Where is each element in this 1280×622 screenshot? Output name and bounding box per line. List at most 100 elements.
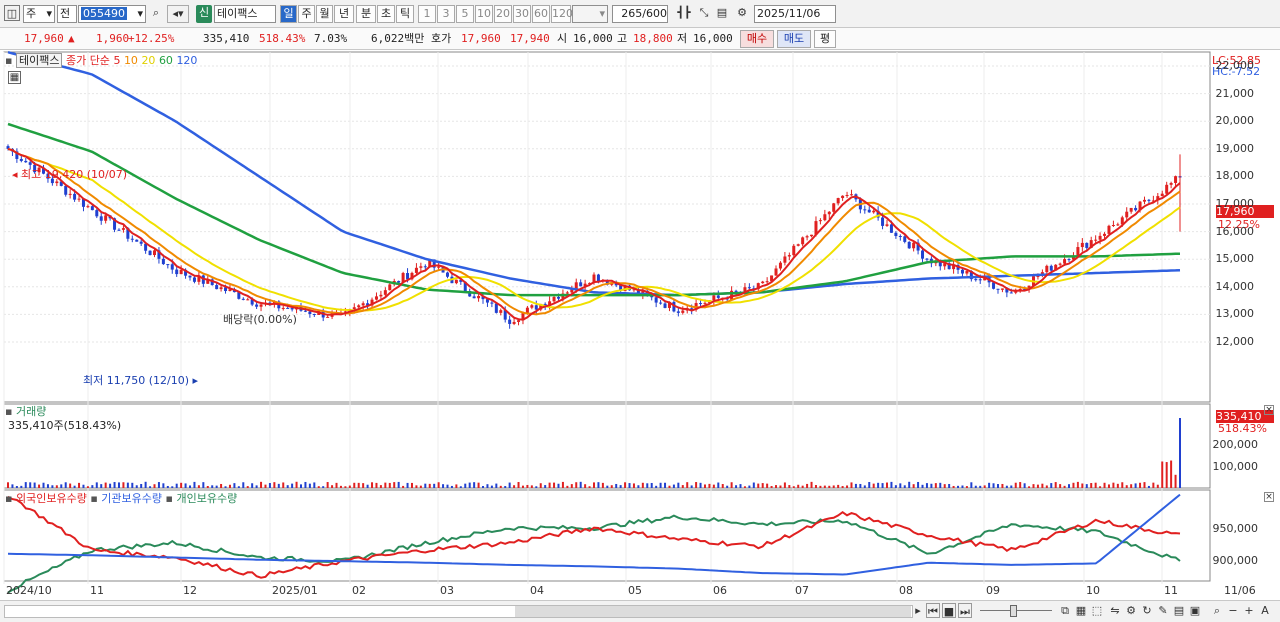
interval-custom-select[interactable]: ▾	[572, 5, 608, 23]
compare-icon[interactable]: ⇋	[1108, 603, 1122, 618]
candle-type-icon[interactable]: ┫┣	[675, 5, 693, 23]
quote-volume: 335,410	[203, 32, 250, 45]
indicator-icon[interactable]: ⬚	[1090, 603, 1104, 618]
volume-bar	[761, 483, 764, 488]
zoom-slider[interactable]	[980, 605, 1052, 617]
volume-bar	[890, 481, 893, 488]
volume-bar	[1121, 482, 1124, 488]
table-icon[interactable]: ▦	[1074, 603, 1088, 618]
interval-120-button[interactable]: 120	[551, 5, 573, 23]
stop-icon[interactable]: ■	[942, 603, 956, 618]
interval-1-button[interactable]: 1	[418, 5, 436, 23]
stock-name-field[interactable]: 테이팩스	[214, 5, 276, 23]
crosshair-icon[interactable]: ⤡	[695, 5, 713, 23]
period-tick-button[interactable]: 틱	[396, 5, 414, 23]
volume-bar	[73, 485, 76, 488]
period-week-button[interactable]: 주	[298, 5, 315, 23]
volume-bar	[517, 482, 520, 488]
candle-body	[885, 224, 889, 226]
volume-bar	[424, 483, 427, 488]
zoom-in-icon[interactable]: +	[1242, 603, 1256, 618]
interval-20-button[interactable]: 20	[494, 5, 512, 23]
ask-price: 17,960	[461, 32, 501, 45]
date-field[interactable]: 2025/11/06	[754, 5, 836, 23]
draw-tool-icon[interactable]: ▤	[713, 5, 731, 23]
rewind-icon[interactable]: ⏮	[926, 603, 940, 618]
code-input[interactable]: 055490 ▾	[78, 5, 146, 23]
price-tick: 15,000	[1215, 252, 1255, 266]
month-label: 11	[90, 584, 104, 597]
text-size-icon[interactable]: A	[1258, 603, 1272, 618]
period-minute-button[interactable]: 분	[356, 5, 376, 23]
candle-body	[64, 185, 68, 195]
candle-body	[135, 239, 139, 242]
volume-bar	[659, 482, 662, 488]
candle-body	[170, 264, 174, 270]
holder-pane-close-icon[interactable]: ×	[1264, 492, 1274, 502]
high-label: 고	[617, 32, 628, 45]
candle-body	[312, 314, 316, 316]
interval-30-button[interactable]: 30	[513, 5, 531, 23]
scroll-thumb[interactable]	[515, 606, 911, 617]
period-year-button[interactable]: 년	[334, 5, 354, 23]
scroll-right-icon[interactable]: ▸	[912, 603, 924, 618]
interval-3-button[interactable]: 3	[437, 5, 455, 23]
pane-frame	[3, 403, 1211, 489]
search-icon[interactable]: ⌕	[148, 5, 164, 23]
volume-bar	[1068, 484, 1071, 488]
candle-body	[867, 209, 871, 213]
stock-chart[interactable]	[0, 51, 1280, 603]
volume-bar	[770, 486, 773, 488]
up-arrow-icon: ▲	[68, 32, 75, 45]
zoom-slider-handle[interactable]	[1010, 605, 1017, 617]
candle-body	[801, 237, 805, 245]
legend-stock-name[interactable]: 테이팩스	[15, 53, 63, 68]
volume-bar	[819, 485, 822, 488]
interval-10-button[interactable]: 10	[475, 5, 493, 23]
interval-5-button[interactable]: 5	[456, 5, 474, 23]
current-price: 17,960	[24, 32, 64, 45]
count-field[interactable]: 265/600	[612, 5, 668, 23]
average-button[interactable]: 평	[814, 30, 836, 48]
volume-bar	[579, 481, 582, 488]
period-month-button[interactable]: 월	[316, 5, 333, 23]
volume-pane-close-icon[interactable]: ×	[1264, 405, 1274, 415]
settings-icon[interactable]: ⚙	[1124, 603, 1138, 618]
sell-button[interactable]: 매도	[777, 30, 811, 48]
left-arrow-icon: ◂	[12, 168, 18, 181]
chart-scrollbar[interactable]: ▸ ⏮ ■ ⏭ ⧉ ▦ ⬚ ⇋ ⚙ ↻ ✎ ▤ ▣ ⌕ − + A	[0, 600, 1280, 622]
candle-body	[1134, 207, 1138, 211]
zoom-out-icon[interactable]: −	[1226, 603, 1240, 618]
volume-bar	[1019, 482, 1022, 488]
buy-button[interactable]: 매수	[740, 30, 774, 48]
forward-icon[interactable]: ⏭	[958, 603, 972, 618]
interval-60-button[interactable]: 60	[532, 5, 550, 23]
search-zoom-icon[interactable]: ⌕	[1210, 603, 1224, 618]
data-table-icon[interactable]: ▦	[8, 71, 21, 84]
candle-body	[552, 296, 556, 302]
exchange-select[interactable]: 전	[57, 5, 77, 23]
holder-tick-950k: 950,000	[1212, 522, 1259, 535]
stock-name: 테이팩스	[217, 7, 258, 20]
gear-icon[interactable]: ⚙	[733, 5, 751, 23]
candle-body	[792, 245, 796, 256]
volume-bar	[877, 482, 880, 488]
grid-icon[interactable]: ▤	[1172, 603, 1186, 618]
candle-body	[508, 319, 512, 324]
speaker-icon[interactable]: ◂▾	[167, 5, 189, 23]
volume-bar	[286, 485, 289, 488]
draw-icon[interactable]: ✎	[1156, 603, 1170, 618]
save-icon[interactable]: ▣	[1188, 603, 1202, 618]
copy-icon[interactable]: ⧉	[1058, 603, 1072, 618]
scroll-track[interactable]	[4, 605, 913, 618]
window-menu-icon[interactable]: ◫	[4, 5, 20, 21]
candle-body	[925, 258, 929, 260]
volume-bar	[788, 485, 791, 488]
stock-type-select[interactable]: 주 ▾	[23, 5, 55, 23]
period-second-button[interactable]: 초	[377, 5, 395, 23]
volume-bar	[1014, 482, 1017, 488]
refresh-icon[interactable]: ↻	[1140, 603, 1154, 618]
volume-bar	[149, 486, 152, 488]
period-day-button[interactable]: 일	[280, 5, 297, 23]
open-price: 16,000	[573, 32, 613, 45]
